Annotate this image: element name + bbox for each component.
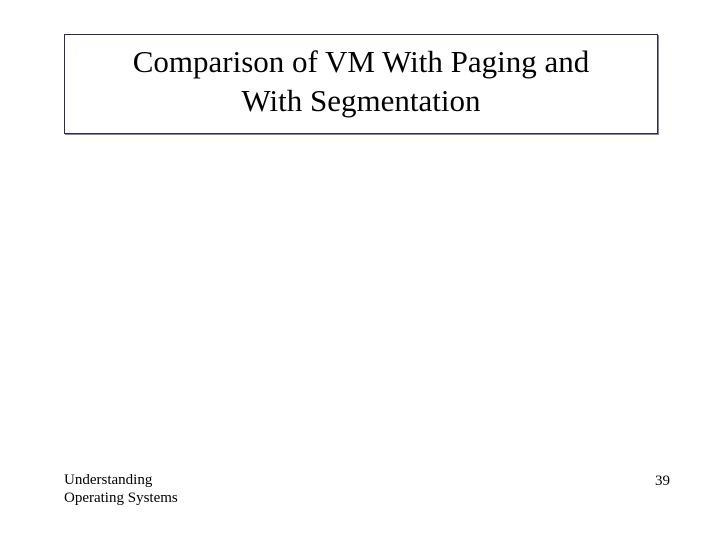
- title-container: Comparison of VM With Paging and With Se…: [64, 34, 658, 134]
- title-line-2: With Segmentation: [242, 83, 481, 118]
- footer-source: Understanding Operating Systems: [64, 471, 178, 509]
- slide-title: Comparison of VM With Paging and With Se…: [75, 43, 647, 121]
- title-line-1: Comparison of VM With Paging and: [133, 44, 590, 79]
- footer-line-2: Operating Systems: [64, 490, 178, 506]
- page-number: 39: [655, 473, 670, 490]
- footer-line-1: Understanding: [64, 472, 152, 488]
